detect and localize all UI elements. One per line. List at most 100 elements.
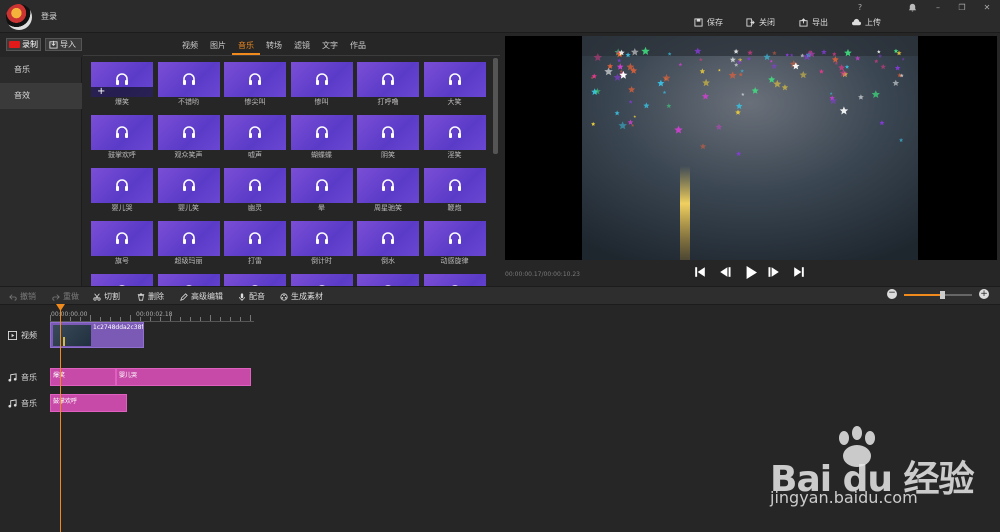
sound-tile-thumbnail: +: [91, 62, 153, 97]
tab-text[interactable]: 文字: [316, 38, 344, 55]
confetti-image: [582, 36, 918, 260]
sound-tile-label: 蝴蝶蝶: [311, 151, 332, 159]
tab-filter[interactable]: 滤镜: [288, 38, 316, 55]
sidebar-item-music[interactable]: 音乐: [0, 57, 82, 83]
sound-tile[interactable]: 不错哟: [157, 62, 220, 108]
headphones-icon: [382, 232, 394, 244]
sound-tile[interactable]: 惨叫: [290, 62, 353, 108]
music-note-icon: [8, 399, 17, 408]
tab-video[interactable]: 视频: [176, 38, 204, 55]
sound-tile[interactable]: [224, 274, 286, 286]
sound-tile[interactable]: 婴儿笑: [157, 168, 220, 214]
sound-tile[interactable]: 嘘声: [224, 115, 286, 161]
sound-tile[interactable]: 阴笑: [357, 115, 419, 161]
sound-tile[interactable]: [357, 274, 419, 286]
zoom-out-icon[interactable]: −: [887, 289, 897, 299]
redo-button[interactable]: 重做: [52, 291, 79, 302]
sound-tile-label: 超级玛丽: [174, 257, 203, 265]
sound-tile[interactable]: 淫笑: [423, 115, 486, 161]
record-button[interactable]: 录制: [6, 38, 41, 51]
zoom-in-icon[interactable]: +: [979, 289, 989, 299]
sound-tile[interactable]: 动感旋律: [423, 221, 486, 267]
sidebar-item-sound-effects[interactable]: 音效: [0, 83, 82, 109]
sound-tile[interactable]: 鞭炮: [423, 168, 486, 214]
sound-tile[interactable]: 周星驰笑: [357, 168, 419, 214]
skip-to-start-icon[interactable]: [694, 266, 708, 280]
tab-works[interactable]: 作品: [344, 38, 372, 55]
sound-tile-thumbnail: [423, 62, 486, 97]
sound-tile[interactable]: 观众笑声: [157, 115, 220, 161]
skip-to-end-icon[interactable]: [793, 266, 807, 280]
sound-tile[interactable]: 婴儿哭: [91, 168, 153, 214]
audio-clip[interactable]: 婴儿哭: [116, 368, 251, 386]
close-window-icon[interactable]: ✕: [980, 3, 994, 13]
sound-tile[interactable]: [290, 274, 353, 286]
undo-button[interactable]: 撤销: [9, 291, 36, 302]
sound-tile[interactable]: 蝴蝶蝶: [290, 115, 353, 161]
sound-tile-thumbnail: [224, 62, 286, 97]
delete-label: 删除: [148, 292, 164, 301]
dub-label: 配音: [249, 292, 265, 301]
sound-tile[interactable]: 晕: [290, 168, 353, 214]
save-button[interactable]: 保存: [694, 15, 723, 29]
play-icon[interactable]: [744, 266, 758, 280]
sound-tile[interactable]: [157, 274, 220, 286]
sound-tile[interactable]: 幽灵: [224, 168, 286, 214]
sound-tile[interactable]: [91, 274, 153, 286]
generate-material-button[interactable]: 生成素材: [280, 291, 323, 302]
export-icon: [799, 17, 808, 27]
sound-tile-thumbnail: [423, 168, 486, 203]
track-label-music-1: 音乐: [8, 372, 37, 383]
help-icon[interactable]: ?: [853, 3, 867, 13]
headphones-icon: [182, 126, 195, 138]
sound-tile[interactable]: 鼓掌欢呼: [91, 115, 153, 161]
headphones-icon: [448, 232, 461, 244]
grid-scrollbar[interactable]: [493, 58, 498, 154]
close-project-button[interactable]: 关闭: [746, 15, 775, 29]
tab-transition[interactable]: 转场: [260, 38, 288, 55]
headphones-icon: [315, 232, 328, 244]
sound-tile[interactable]: 倒计时: [290, 221, 353, 267]
cut-button[interactable]: 切割: [93, 291, 120, 302]
video-clip[interactable]: 1c2748dda2c38f0: [50, 322, 144, 348]
generate-material-label: 生成素材: [291, 292, 323, 301]
login-link[interactable]: 登录: [41, 11, 57, 22]
minimize-icon[interactable]: –: [931, 3, 945, 13]
audio-clip[interactable]: 鼓掌欢呼: [50, 394, 127, 412]
sound-tile-thumbnail: [91, 168, 153, 203]
notification-bell-icon[interactable]: [905, 3, 919, 13]
playhead-line[interactable]: [60, 306, 61, 532]
zoom-slider-handle[interactable]: [940, 291, 945, 299]
advanced-edit-button[interactable]: 高级编辑: [180, 291, 223, 302]
tab-music[interactable]: 音乐: [232, 38, 260, 55]
upload-button[interactable]: 上传: [852, 15, 881, 29]
dub-button[interactable]: 配音: [238, 291, 265, 302]
export-button[interactable]: 导出: [799, 15, 828, 29]
sound-tile[interactable]: 大笑: [423, 62, 486, 108]
sound-tile[interactable]: 旗号: [91, 221, 153, 267]
import-button[interactable]: 导入: [45, 38, 82, 51]
add-to-timeline-button[interactable]: +: [91, 87, 153, 97]
sound-tile[interactable]: 打雷: [224, 221, 286, 267]
delete-button[interactable]: 删除: [137, 291, 164, 302]
sound-tile[interactable]: 打呼噜: [357, 62, 419, 108]
sound-tile[interactable]: 倒水: [357, 221, 419, 267]
sound-tile[interactable]: 惨尖叫: [224, 62, 286, 108]
timeline-ruler[interactable]: 00:00:00.00 00:00:02.18: [50, 311, 254, 321]
previous-frame-icon[interactable]: [719, 266, 733, 280]
app-logo: [6, 4, 32, 30]
sound-tile[interactable]: 超级玛丽: [157, 221, 220, 267]
headphones-icon: [448, 179, 461, 191]
sound-tile-thumbnail: [423, 221, 486, 256]
sound-tile[interactable]: + 爆笑: [91, 62, 153, 108]
next-frame-icon[interactable]: [768, 266, 782, 280]
tab-image[interactable]: 图片: [204, 38, 232, 55]
sound-tile-label: 动感旋律: [440, 257, 469, 265]
undo-label: 撤销: [20, 292, 36, 301]
restore-icon[interactable]: ❐: [955, 3, 969, 13]
video-frame: [582, 36, 918, 260]
sound-tile[interactable]: [423, 274, 486, 286]
headphones-icon: [116, 232, 128, 244]
sound-tile-label: 倒水: [381, 257, 395, 265]
sound-tile-label: 晕: [318, 204, 325, 212]
